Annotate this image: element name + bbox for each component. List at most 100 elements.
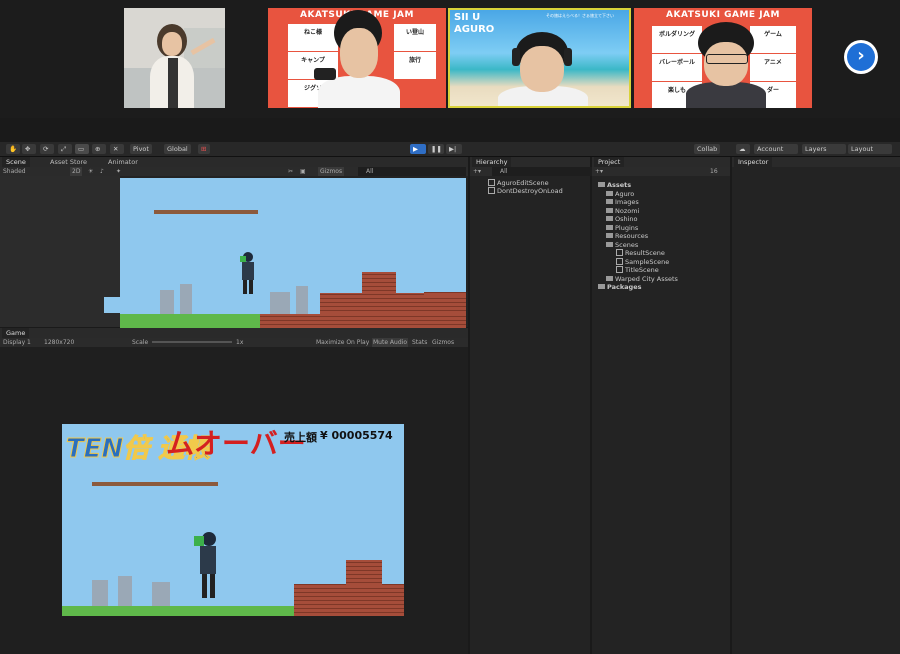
hierarchy-item[interactable]: DontDestroyOnLoad [488, 187, 563, 195]
2d-toggle[interactable]: 2D [70, 167, 83, 176]
scale-tool-icon[interactable]: ⤢ [58, 144, 72, 154]
folder-icon [606, 208, 613, 213]
participant-tile-4[interactable]: AKATSUKI GAME JAM ボルダリング ゲーム バレーボール アニメ … [634, 8, 812, 108]
brick-ground [320, 293, 466, 314]
folder-icon [606, 191, 613, 196]
project-folder[interactable]: Nozomi [606, 207, 639, 215]
rotate-tool-icon[interactable]: ⟳ [40, 144, 54, 154]
camera-icon[interactable]: ▣ [300, 167, 306, 176]
transform-tool-icon[interactable]: ⊕ [92, 144, 106, 154]
tab-hierarchy[interactable]: Hierarchy [472, 157, 512, 167]
tab-scene[interactable]: Scene [2, 157, 30, 167]
add-button[interactable]: +▾ [595, 167, 603, 176]
game-tabbar: Game [0, 328, 468, 338]
next-page-button[interactable]: › [844, 40, 878, 74]
scene-asset[interactable]: TitleScene [616, 266, 659, 274]
sales-label: 売上額 [284, 431, 317, 444]
packages-folder[interactable]: Packages [598, 283, 641, 291]
scene-viewport[interactable] [120, 178, 466, 328]
hierarchy-search-input[interactable]: All [492, 167, 594, 176]
pivot-button[interactable]: Pivot [130, 144, 152, 154]
resolution-dropdown[interactable]: 1280x720 [44, 338, 74, 347]
play-button[interactable]: ▶ [410, 144, 426, 154]
assets-folder[interactable]: Assets [598, 181, 631, 189]
poster-card: ねこ様 [288, 24, 338, 51]
folder-icon [598, 182, 605, 187]
scene-asset[interactable]: SampleScene [616, 258, 669, 266]
participant-name-line2: AGURO [454, 24, 495, 35]
cloud-icon[interactable]: ☁ [736, 144, 750, 154]
custom-tool-icon[interactable]: ✕ [110, 144, 124, 154]
gizmos-dropdown[interactable]: Gizmos [318, 167, 345, 176]
hierarchy-tabbar: Hierarchy [470, 157, 590, 167]
tab-asset-store[interactable]: Asset Store [46, 157, 91, 167]
move-tool-icon[interactable]: ✥ [22, 144, 36, 154]
tools-icon[interactable]: ✂ [288, 167, 293, 176]
collab-button[interactable]: Collab [694, 144, 721, 154]
game-subtoolbar: Display 1 1280x720 Scale 1x Maximize On … [0, 338, 468, 347]
pause-button[interactable]: ❚❚ [428, 144, 444, 154]
glasses-icon [706, 54, 748, 64]
scene-asset[interactable]: ResultScene [616, 249, 665, 257]
folder-icon [606, 225, 613, 230]
maximize-on-play-toggle[interactable]: Maximize On Play [316, 338, 369, 347]
project-tabbar: Project [592, 157, 730, 167]
participant-tile-1[interactable] [124, 8, 225, 108]
lighting-icon[interactable]: ☀ [88, 167, 93, 176]
gizmos-dropdown[interactable]: Gizmos [432, 338, 454, 347]
inspector-panel: Inspector [732, 157, 900, 654]
effects-icon[interactable]: ✦ [116, 167, 121, 176]
layout-dropdown[interactable]: Layout [848, 144, 892, 154]
scenes-folder[interactable]: Scenes [606, 241, 638, 249]
global-button[interactable]: Global [164, 144, 191, 154]
hierarchy-panel: Hierarchy +▾ All AguroEditScene DontDest… [470, 157, 594, 654]
poster-card: い登山 [394, 24, 436, 51]
display-dropdown[interactable]: Display 1 [3, 338, 31, 347]
video-call-strip: AKATSUKI GAME JAM ねこ様 い登山 キャンプ 旅行 ジグソ SI… [0, 0, 900, 118]
poster-card: 旅行 [394, 52, 436, 79]
poster-card: アニメ [750, 54, 796, 81]
project-folder[interactable]: Warped City Assets [606, 275, 678, 283]
step-button[interactable]: ▶| [446, 144, 462, 154]
tab-game[interactable]: Game [2, 328, 30, 338]
background-caption: その旅はえらべる！さぁ旅立て下さい [546, 13, 614, 18]
participant-tile-3-active-speaker[interactable]: SII U AGURO その旅はえらべる！さぁ旅立て下さい [448, 8, 631, 108]
brick-tower [362, 272, 396, 294]
scene-search-input[interactable]: All [358, 167, 466, 176]
grid-snap-icon[interactable]: ⊞ [198, 144, 210, 154]
stats-toggle[interactable]: Stats [412, 338, 427, 347]
account-dropdown[interactable]: Account [754, 144, 798, 154]
game-viewport[interactable]: TEN倍 通帳 ムオーバー 売上額 ¥ 00005574 [62, 424, 404, 616]
poster-card: バレーボール [652, 54, 702, 81]
folder-icon [598, 284, 605, 289]
folder-icon [606, 216, 613, 221]
folder-icon [606, 276, 613, 281]
layers-dropdown[interactable]: Layers [802, 144, 846, 154]
inspector-tabbar: Inspector [732, 157, 900, 167]
project-folder[interactable]: Images [606, 198, 639, 206]
project-folder[interactable]: Plugins [606, 224, 638, 232]
mute-audio-toggle[interactable]: Mute Audio [372, 338, 408, 347]
project-subtoolbar: +▾ 16 [592, 167, 730, 176]
project-panel: Project +▾ 16 Assets Aguro Images Nozomi… [592, 157, 730, 654]
tab-project[interactable]: Project [594, 157, 625, 167]
rect-tool-icon[interactable]: ▭ [75, 144, 89, 154]
add-button[interactable]: +▾ [473, 167, 481, 176]
scene-icon [488, 179, 495, 186]
scale-slider[interactable] [152, 341, 232, 343]
audio-icon[interactable]: ♪ [100, 167, 104, 176]
poster-card: ゲーム [750, 26, 796, 53]
shading-dropdown[interactable]: Shaded [3, 167, 26, 176]
hand-tool-icon[interactable]: ✋ [6, 144, 20, 154]
floating-platform [92, 482, 218, 486]
hierarchy-item[interactable]: AguroEditScene [488, 179, 549, 187]
project-folder[interactable]: Aguro [606, 190, 634, 198]
participant-name-line1: SII U [454, 12, 481, 23]
project-folder[interactable]: Resources [606, 232, 648, 240]
project-folder[interactable]: Oshino [606, 215, 638, 223]
tab-inspector[interactable]: Inspector [734, 157, 773, 167]
participant-tile-2[interactable]: AKATSUKI GAME JAM ねこ様 い登山 キャンプ 旅行 ジグソ [268, 8, 446, 108]
tab-animator[interactable]: Animator [104, 157, 142, 167]
chevron-right-icon: › [847, 43, 875, 71]
scene-icon [488, 187, 495, 194]
